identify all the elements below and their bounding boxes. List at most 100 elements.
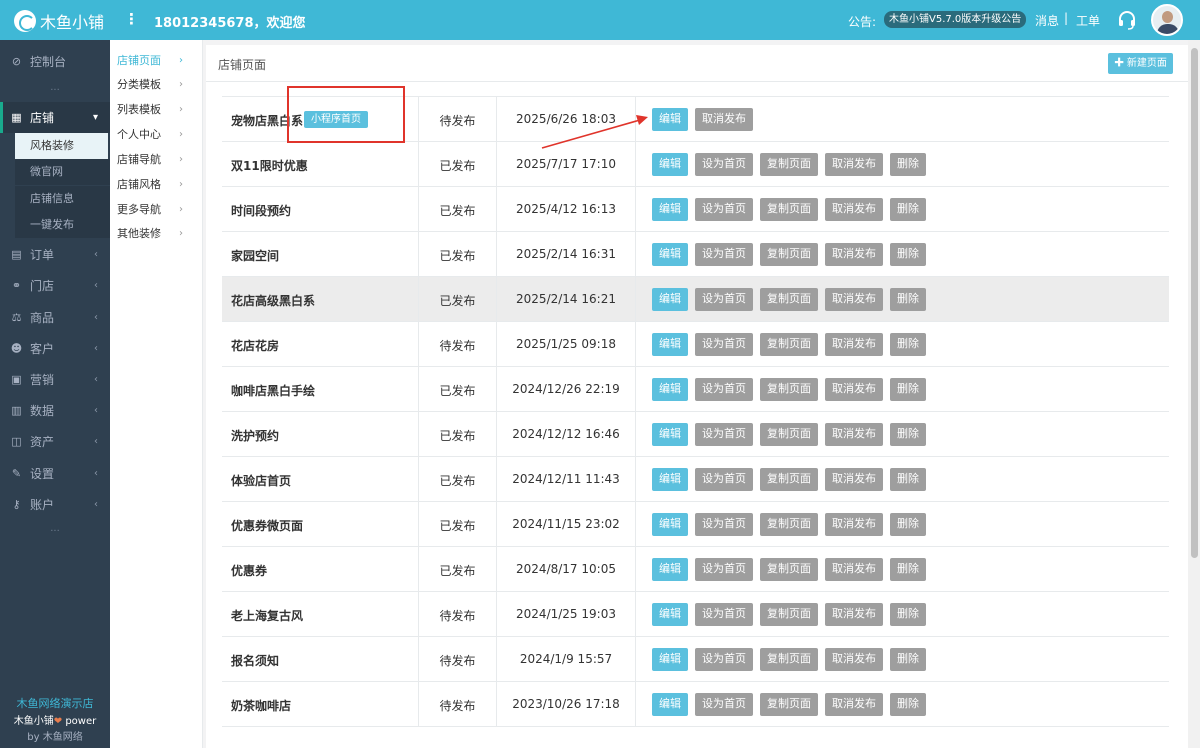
sidebar-sub-one-click-publish[interactable]: 一键发布 (15, 212, 110, 238)
submenu-item-store-nav[interactable]: 店铺导航 › (110, 147, 203, 172)
unpublish-button[interactable]: 取消发布 (825, 288, 883, 311)
copy-page-button[interactable]: 复制页面 (760, 558, 818, 581)
set-home-button[interactable]: 设为首页 (695, 243, 753, 266)
sidebar-item-assets[interactable]: ◫ 资产 ‹ (0, 426, 110, 457)
edit-button[interactable]: 编辑 (652, 378, 688, 401)
sidebar-sub-store-info[interactable]: 店铺信息 (15, 186, 110, 212)
copy-page-button[interactable]: 复制页面 (760, 378, 818, 401)
unpublish-button[interactable]: 取消发布 (825, 603, 883, 626)
edit-button[interactable]: 编辑 (652, 153, 688, 176)
delete-button[interactable]: 删除 (890, 603, 926, 626)
unpublish-button[interactable]: 取消发布 (825, 513, 883, 536)
edit-button[interactable]: 编辑 (652, 468, 688, 491)
delete-button[interactable]: 删除 (890, 423, 926, 446)
notice-link[interactable]: 木鱼小铺V5.7.0版本升级公告 (884, 11, 1027, 28)
new-page-button[interactable]: ✚ 新建页面 (1108, 53, 1173, 74)
sidebar-item-customers[interactable]: ☻ 客户 ‹ (0, 333, 110, 364)
edit-button[interactable]: 编辑 (652, 693, 688, 716)
sidebar-item-orders[interactable]: ▤ 订单 ‹ (0, 239, 110, 270)
work-order-link[interactable]: 工单 (1076, 12, 1100, 29)
edit-button[interactable]: 编辑 (652, 108, 688, 131)
set-home-button[interactable]: 设为首页 (695, 693, 753, 716)
submenu-item-store-pages[interactable]: 店铺页面 › (110, 48, 203, 73)
submenu-item-list-template[interactable]: 列表模板 › (110, 97, 203, 122)
copy-page-button[interactable]: 复制页面 (760, 153, 818, 176)
edit-button[interactable]: 编辑 (652, 513, 688, 536)
unpublish-button[interactable]: 取消发布 (825, 648, 883, 671)
edit-button[interactable]: 编辑 (652, 243, 688, 266)
sidebar-item-branches[interactable]: ⚭ 门店 ‹ (0, 270, 110, 301)
sidebar-item-dashboard[interactable]: ⊘ 控制台 (0, 46, 110, 77)
copy-page-button[interactable]: 复制页面 (760, 423, 818, 446)
set-home-button[interactable]: 设为首页 (695, 153, 753, 176)
unpublish-button[interactable]: 取消发布 (825, 378, 883, 401)
submenu-item-personal-center[interactable]: 个人中心 › (110, 122, 203, 147)
unpublish-button[interactable]: 取消发布 (695, 108, 753, 131)
set-home-button[interactable]: 设为首页 (695, 423, 753, 446)
delete-button[interactable]: 删除 (890, 198, 926, 221)
shop-name[interactable]: 木鱼网络演示店 (0, 695, 110, 711)
unpublish-button[interactable]: 取消发布 (825, 243, 883, 266)
edit-button[interactable]: 编辑 (652, 603, 688, 626)
set-home-button[interactable]: 设为首页 (695, 603, 753, 626)
sidebar-item-products[interactable]: ⚖ 商品 ‹ (0, 302, 110, 333)
edit-button[interactable]: 编辑 (652, 648, 688, 671)
edit-button[interactable]: 编辑 (652, 198, 688, 221)
set-home-button[interactable]: 设为首页 (695, 468, 753, 491)
set-home-button[interactable]: 设为首页 (695, 288, 753, 311)
avatar[interactable] (1151, 4, 1183, 36)
copy-page-button[interactable]: 复制页面 (760, 288, 818, 311)
unpublish-button[interactable]: 取消发布 (825, 198, 883, 221)
unpublish-button[interactable]: 取消发布 (825, 693, 883, 716)
copy-page-button[interactable]: 复制页面 (760, 693, 818, 716)
sidebar-item-account[interactable]: ⚷ 账户 ‹ (0, 489, 110, 520)
delete-button[interactable]: 删除 (890, 243, 926, 266)
copy-page-button[interactable]: 复制页面 (760, 243, 818, 266)
copy-page-button[interactable]: 复制页面 (760, 468, 818, 491)
messages-link[interactable]: 消息 (1035, 12, 1059, 29)
unpublish-button[interactable]: 取消发布 (825, 153, 883, 176)
edit-button[interactable]: 编辑 (652, 288, 688, 311)
sidebar-item-marketing[interactable]: ▣ 营销 ‹ (0, 364, 110, 395)
logo[interactable]: 木鱼小铺 (14, 9, 104, 33)
copy-page-button[interactable]: 复制页面 (760, 603, 818, 626)
headset-icon[interactable] (1117, 10, 1137, 30)
submenu-item-more-nav[interactable]: 更多导航 › (110, 197, 203, 222)
submenu-item-category-template[interactable]: 分类模板 › (110, 72, 203, 97)
unpublish-button[interactable]: 取消发布 (825, 333, 883, 356)
delete-button[interactable]: 删除 (890, 693, 926, 716)
unpublish-button[interactable]: 取消发布 (825, 558, 883, 581)
edit-button[interactable]: 编辑 (652, 423, 688, 446)
unpublish-button[interactable]: 取消发布 (825, 468, 883, 491)
set-home-button[interactable]: 设为首页 (695, 558, 753, 581)
delete-button[interactable]: 删除 (890, 378, 926, 401)
set-home-button[interactable]: 设为首页 (695, 648, 753, 671)
copy-page-button[interactable]: 复制页面 (760, 513, 818, 536)
set-home-button[interactable]: 设为首页 (695, 333, 753, 356)
set-home-button[interactable]: 设为首页 (695, 198, 753, 221)
edit-button[interactable]: 编辑 (652, 333, 688, 356)
set-home-button[interactable]: 设为首页 (695, 378, 753, 401)
vertical-dots-icon[interactable]: ⋮ (124, 10, 139, 28)
scrollbar-thumb[interactable] (1191, 48, 1198, 558)
delete-button[interactable]: 删除 (890, 468, 926, 491)
sidebar-item-data[interactable]: ▥ 数据 ‹ (0, 395, 110, 426)
submenu-item-store-style[interactable]: 店铺风格 › (110, 172, 203, 197)
submenu-item-other-decoration[interactable]: 其他装修 › (110, 221, 203, 246)
delete-button[interactable]: 删除 (890, 333, 926, 356)
copy-page-button[interactable]: 复制页面 (760, 648, 818, 671)
copy-page-button[interactable]: 复制页面 (760, 333, 818, 356)
delete-button[interactable]: 删除 (890, 513, 926, 536)
delete-button[interactable]: 删除 (890, 558, 926, 581)
sidebar-sub-micro-site[interactable]: 微官网 (15, 159, 110, 185)
sidebar-item-settings[interactable]: ✎ 设置 ‹ (0, 458, 110, 489)
edit-button[interactable]: 编辑 (652, 558, 688, 581)
set-home-button[interactable]: 设为首页 (695, 513, 753, 536)
unpublish-button[interactable]: 取消发布 (825, 423, 883, 446)
sidebar-sub-style-decoration[interactable]: 风格装修 (15, 133, 108, 159)
delete-button[interactable]: 删除 (890, 153, 926, 176)
delete-button[interactable]: 删除 (890, 648, 926, 671)
delete-button[interactable]: 删除 (890, 288, 926, 311)
sidebar-item-store[interactable]: ▦ 店铺 ▾ (0, 102, 110, 133)
copy-page-button[interactable]: 复制页面 (760, 198, 818, 221)
